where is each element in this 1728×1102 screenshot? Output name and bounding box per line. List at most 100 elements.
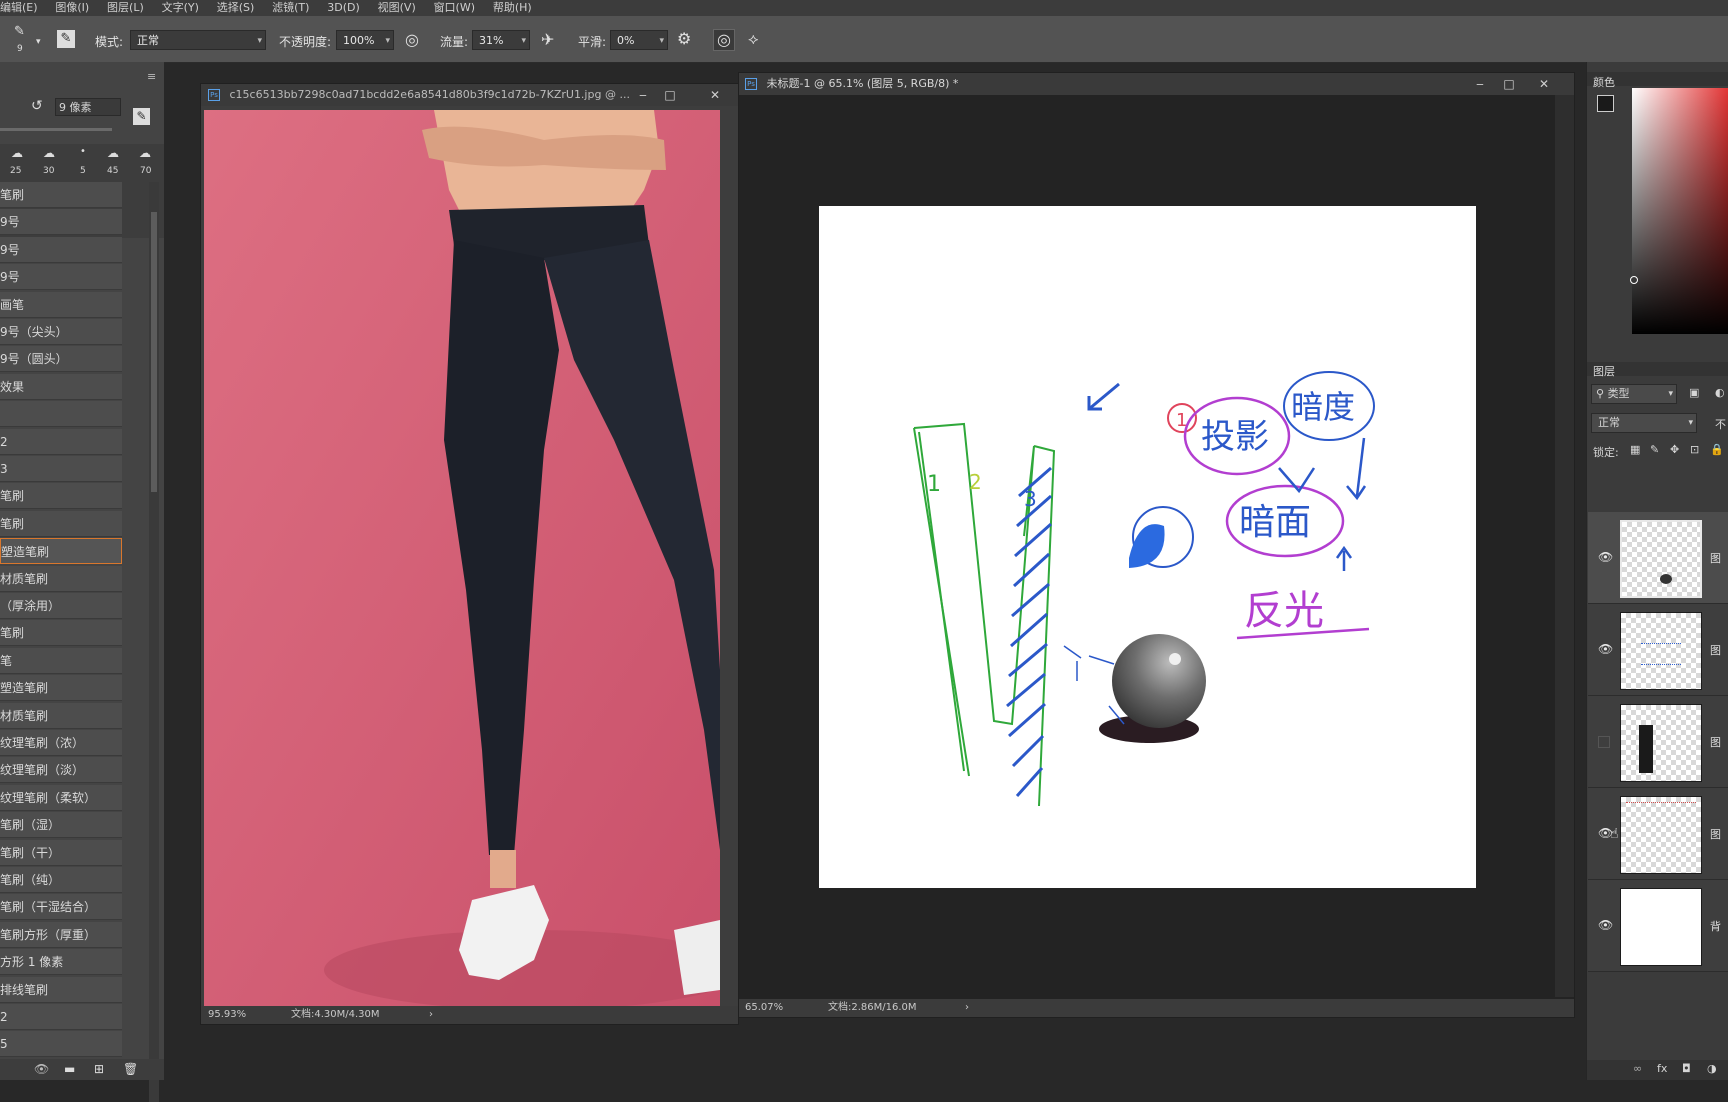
- brush-preset-tip[interactable]: ☁: [100, 146, 126, 162]
- brush-preset-tip[interactable]: ☁: [4, 146, 30, 162]
- reset-icon[interactable]: ↺: [31, 98, 43, 114]
- brush-preset-item[interactable]: 塑造笔刷: [0, 675, 122, 702]
- chevron-down-icon[interactable]: ▾: [36, 34, 41, 50]
- close-button[interactable]: ✕: [701, 84, 729, 106]
- menu-3d[interactable]: 3D(D): [327, 0, 360, 15]
- eye-icon[interactable]: 👁: [1598, 918, 1613, 932]
- brush-preset-item[interactable]: 材质笔刷: [0, 565, 122, 592]
- airbrush-icon[interactable]: ✈: [541, 32, 554, 48]
- canvas[interactable]: 1 2 3 1 投影 暗度 暗面 反光: [819, 206, 1476, 888]
- chevron-right-icon[interactable]: ›: [429, 1006, 433, 1024]
- symmetry-icon[interactable]: ⟡: [748, 31, 759, 47]
- brush-preset-item[interactable]: 笔刷（湿）: [0, 812, 122, 839]
- layer-row[interactable]: 👁 背: [1588, 880, 1728, 972]
- minimize-button[interactable]: ‒: [1466, 73, 1494, 95]
- layer-filter-select[interactable]: ⚲ 类型 ▾: [1591, 384, 1677, 404]
- brush-preset-tip[interactable]: ☁: [132, 146, 158, 162]
- brush-preset-item[interactable]: 5: [0, 1031, 122, 1058]
- color-picker-handle[interactable]: [1630, 276, 1638, 284]
- menu-help[interactable]: 帮助(H): [493, 0, 532, 15]
- layer-row[interactable]: 👁 图: [1588, 604, 1728, 696]
- zoom-level[interactable]: 65.07%: [745, 999, 783, 1017]
- zoom-level[interactable]: 95.93%: [208, 1006, 246, 1024]
- maximize-button[interactable]: □: [656, 84, 684, 106]
- vertical-scrollbar[interactable]: [1555, 95, 1574, 997]
- brush-preset-item[interactable]: 笔刷: [0, 483, 122, 510]
- brush-preset-item[interactable]: 9号: [0, 264, 122, 291]
- brush-preset-item[interactable]: 笔: [0, 647, 122, 674]
- lock-transparent-icon[interactable]: ▦: [1630, 443, 1640, 456]
- menu-image[interactable]: 图像(I): [55, 0, 89, 15]
- brush-preset-item[interactable]: 3: [0, 456, 122, 482]
- brush-preset-item[interactable]: 2: [0, 1004, 122, 1030]
- brush-preset-item[interactable]: 笔刷（干）: [0, 839, 122, 866]
- menu-window[interactable]: 窗口(W): [434, 0, 475, 15]
- brush-tool-icon[interactable]: ✎: [14, 24, 25, 40]
- lock-paint-icon[interactable]: ✎: [1650, 443, 1659, 456]
- brush-preset-item[interactable]: 材质笔刷: [0, 702, 122, 729]
- maximize-button[interactable]: □: [1495, 73, 1523, 95]
- smoothing-field[interactable]: 0% ▾: [610, 30, 668, 50]
- image-filter-icon[interactable]: ▣: [1689, 386, 1699, 399]
- pressure-opacity-icon[interactable]: ◎: [405, 32, 419, 48]
- brush-settings-icon[interactable]: ✎: [133, 108, 150, 125]
- eye-icon[interactable]: 👁: [1598, 550, 1613, 564]
- gear-icon[interactable]: ⚙: [677, 31, 691, 47]
- brush-preset-item[interactable]: 笔刷（纯）: [0, 867, 122, 893]
- adjustment-filter-icon[interactable]: ◐: [1715, 386, 1725, 399]
- brush-preset-item[interactable]: 方形 1 像素: [0, 949, 122, 976]
- opacity-field[interactable]: 100% ▾: [336, 30, 394, 50]
- brush-preset-item[interactable]: 笔刷（干湿结合）: [0, 894, 122, 921]
- layer-row[interactable]: 图: [1588, 696, 1728, 788]
- color-picker-field[interactable]: [1632, 88, 1728, 334]
- flow-field[interactable]: 31% ▾: [472, 30, 530, 50]
- lock-move-icon[interactable]: ✥: [1670, 443, 1679, 456]
- lock-all-icon[interactable]: 🔒: [1710, 443, 1724, 456]
- brush-preset-item[interactable]: 纹理笔刷（浓）: [0, 730, 122, 756]
- brush-preset-item[interactable]: 2: [0, 428, 122, 455]
- brush-preset-item[interactable]: 9号: [0, 236, 122, 263]
- close-button[interactable]: ✕: [1530, 73, 1558, 95]
- brush-preset-item[interactable]: （厚涂用）: [0, 593, 122, 619]
- brush-preset-item[interactable]: 画笔: [0, 291, 122, 318]
- layer-row[interactable]: 👁 图: [1588, 788, 1728, 880]
- brush-preset-item[interactable]: [0, 401, 122, 428]
- chevron-right-icon[interactable]: ›: [965, 999, 969, 1017]
- brush-preset-item[interactable]: 纹理笔刷（柔软）: [0, 784, 122, 811]
- menu-layer[interactable]: 图层(L): [107, 0, 144, 15]
- lock-artboard-icon[interactable]: ⊡: [1690, 443, 1699, 456]
- document-tab[interactable]: Ps 未标题-1 @ 65.1% (图层 5, RGB/8) *: [739, 73, 1574, 95]
- menu-edit[interactable]: 编辑(E): [0, 0, 38, 15]
- eye-icon[interactable]: 👁: [1598, 642, 1613, 656]
- brush-preset-item[interactable]: 笔刷: [0, 510, 122, 537]
- brush-preset-item[interactable]: 9号（尖头）: [0, 319, 122, 345]
- layers-panel-tab[interactable]: 图层: [1593, 363, 1615, 379]
- minimize-button[interactable]: ‒: [629, 84, 657, 106]
- foreground-color-swatch[interactable]: [1597, 95, 1614, 112]
- visibility-off-box[interactable]: [1598, 736, 1610, 748]
- scrollbar-thumb[interactable]: [151, 212, 157, 492]
- link-layers-icon[interactable]: ∞: [1633, 1062, 1642, 1075]
- brush-panel-toggle-icon[interactable]: ✎: [57, 30, 75, 48]
- folder-icon[interactable]: ▬: [64, 1062, 75, 1076]
- brush-preset-item[interactable]: 排线笔刷: [0, 976, 122, 1003]
- new-brush-icon[interactable]: ⊞: [94, 1062, 104, 1076]
- pressure-size-icon[interactable]: ◎: [713, 29, 735, 51]
- brush-preset-item[interactable]: 9号: [0, 209, 122, 236]
- brush-preset-item[interactable]: 塑造笔刷: [0, 538, 122, 565]
- color-panel-tab[interactable]: 颜色: [1593, 74, 1615, 90]
- brush-size-field[interactable]: 9 像素: [55, 98, 121, 116]
- brush-preset-tip[interactable]: •: [70, 146, 96, 162]
- brush-list-scrollbar[interactable]: [149, 182, 159, 1102]
- brush-preset-item[interactable]: 笔刷: [0, 620, 122, 647]
- brush-preset-item[interactable]: 笔刷方形（厚重）: [0, 921, 122, 948]
- adjustment-layer-icon[interactable]: ◑: [1707, 1062, 1717, 1075]
- blend-mode-select[interactable]: 正常 ▾: [1591, 413, 1697, 433]
- panel-menu-icon[interactable]: ≡: [147, 70, 156, 83]
- brush-preset-tip[interactable]: ☁: [36, 146, 62, 162]
- menu-view[interactable]: 视图(V): [378, 0, 416, 15]
- brush-preset-item[interactable]: 笔刷: [0, 182, 122, 208]
- menu-type[interactable]: 文字(Y): [162, 0, 199, 15]
- brush-preset-item[interactable]: 效果: [0, 373, 122, 400]
- trash-icon[interactable]: 🗑: [123, 1062, 138, 1076]
